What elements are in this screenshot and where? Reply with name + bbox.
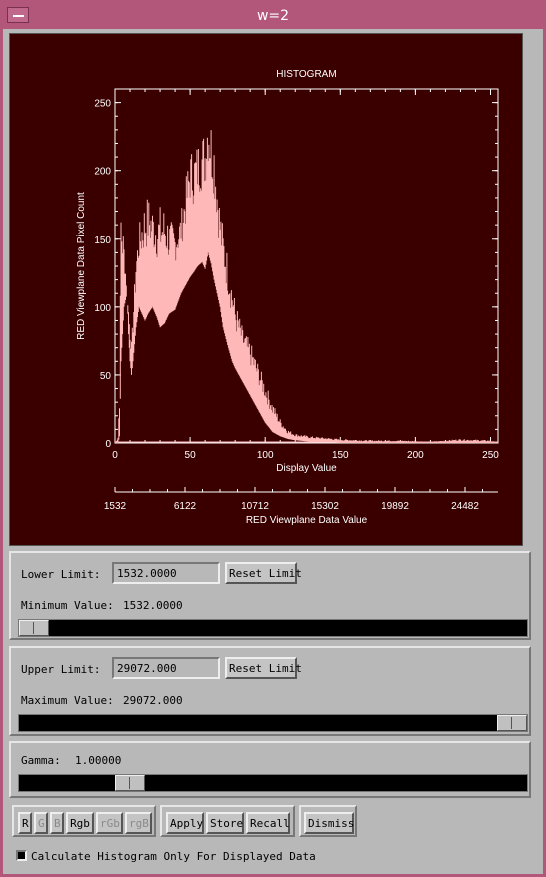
- y-tick-label: 150: [94, 235, 111, 246]
- apply-button[interactable]: Apply: [166, 812, 204, 834]
- secondary-x-tick-label: 19892: [381, 501, 409, 512]
- secondary-x-tick-label: 1532: [104, 501, 127, 512]
- y-tick-label: 250: [94, 99, 111, 110]
- action-button-group: Apply Store Recall: [160, 805, 295, 837]
- histogram-series: [115, 130, 498, 443]
- upper-limit-slider[interactable]: [18, 714, 528, 732]
- dismiss-button[interactable]: Dismiss: [304, 812, 354, 834]
- maximum-value: 29072.000: [123, 694, 183, 707]
- rgb-channel-button[interactable]: Rgb: [66, 812, 94, 834]
- upper-reset-limit-button[interactable]: Reset Limit: [225, 657, 302, 679]
- upper-limit-panel: Upper Limit: 29072.000 Reset Limit Maxim…: [9, 646, 531, 736]
- gamma-slider[interactable]: [18, 774, 528, 792]
- upper-limit-input[interactable]: 29072.000: [112, 657, 220, 679]
- histogram-displayed-data-checkbox[interactable]: [16, 850, 27, 861]
- secondary-x-axis-label: RED Viewplane Data Value: [246, 515, 368, 526]
- lower-limit-slider[interactable]: [18, 619, 528, 637]
- gamma-value: 1.00000: [75, 754, 122, 767]
- x-tick-label: 100: [257, 450, 274, 461]
- x-tick-label: 150: [332, 450, 349, 461]
- secondary-x-tick-label: 10712: [241, 501, 269, 512]
- minimum-value-label: Minimum Value:: [21, 599, 114, 612]
- chart-title: HISTOGRAM: [276, 69, 336, 80]
- y-tick-label: 50: [100, 371, 112, 382]
- title-bar[interactable]: w=2: [3, 3, 543, 29]
- lower-limit-panel: Lower Limit: 1532.0000 Reset Limit Minim…: [9, 551, 531, 640]
- channel-button-group: R G B Rgb rGb rgB: [12, 805, 156, 837]
- y-tick-label: 0: [105, 439, 111, 450]
- x-tick-label: 50: [185, 450, 197, 461]
- lower-limit-slider-thumb[interactable]: [19, 620, 49, 636]
- gamma-label: Gamma:: [21, 754, 61, 767]
- window-title: w=2: [256, 8, 290, 24]
- lower-limit-input[interactable]: 1532.0000: [112, 562, 220, 584]
- upper-limit-label: Upper Limit:: [21, 663, 101, 676]
- lower-reset-limit-button[interactable]: Reset Limit: [225, 562, 302, 584]
- upper-limit-slider-thumb[interactable]: [497, 715, 527, 731]
- x-axis-label: Display Value: [276, 463, 337, 474]
- lower-limit-label: Lower Limit:: [21, 568, 101, 581]
- gamma-panel: Gamma: 1.00000: [9, 741, 531, 798]
- x-tick-label: 200: [407, 450, 424, 461]
- x-tick-label: 0: [112, 450, 118, 461]
- x-tick-label: 250: [482, 450, 499, 461]
- red-channel-button[interactable]: R: [18, 812, 32, 834]
- secondary-x-tick-label: 15302: [311, 501, 339, 512]
- green-channel-button[interactable]: G: [34, 812, 48, 834]
- histogram-displayed-data-label: Calculate Histogram Only For Displayed D…: [31, 850, 316, 863]
- store-button[interactable]: Store: [206, 812, 244, 834]
- dismiss-button-group: Dismiss: [299, 805, 357, 837]
- rgb-blue-button[interactable]: rgB: [125, 812, 152, 834]
- y-tick-label: 200: [94, 167, 111, 178]
- maximum-value-label: Maximum Value:: [21, 694, 114, 707]
- histogram-plot: HISTOGRAM Display Value RED Viewplane Data…: [9, 33, 523, 546]
- minimum-value: 1532.0000: [123, 599, 183, 612]
- blue-channel-button[interactable]: B: [50, 812, 64, 834]
- secondary-x-tick-label: 6122: [174, 501, 197, 512]
- secondary-x-tick-label: 24482: [451, 501, 479, 512]
- gamma-slider-thumb[interactable]: [114, 775, 145, 791]
- y-tick-label: 100: [94, 303, 111, 314]
- y-axis-label: RED Viewplane Data Pixel Count: [76, 192, 87, 340]
- rgb-green-button[interactable]: rGb: [96, 812, 123, 834]
- histogram-chart: HISTOGRAM Display Value RED Viewplane Data…: [76, 69, 499, 526]
- recall-button[interactable]: Recall: [246, 812, 290, 834]
